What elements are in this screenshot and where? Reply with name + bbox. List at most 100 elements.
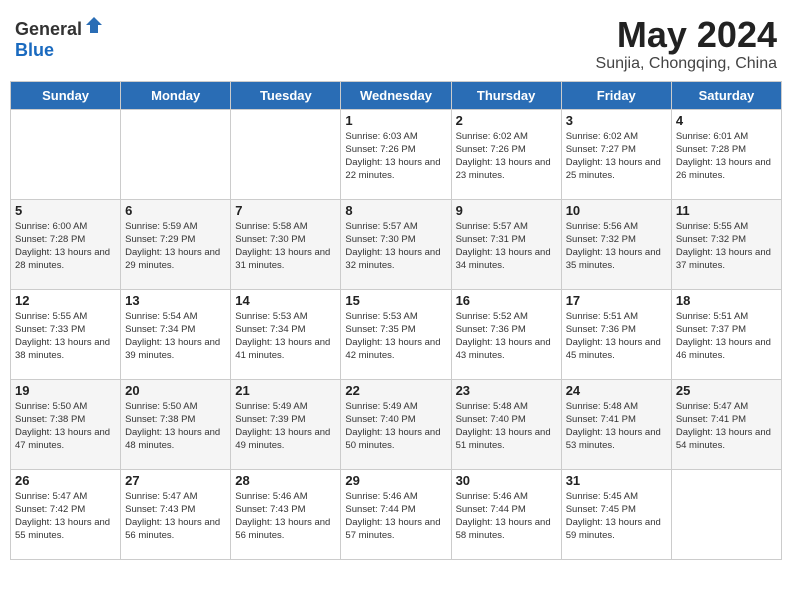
cell-info: Sunrise: 5:50 AMSunset: 7:38 PMDaylight:… bbox=[15, 400, 116, 453]
calendar-cell: 18 Sunrise: 5:51 AMSunset: 7:37 PMDayligh… bbox=[671, 289, 781, 379]
day-number: 31 bbox=[566, 473, 667, 488]
calendar-cell: 11 Sunrise: 5:55 AMSunset: 7:32 PMDayligh… bbox=[671, 199, 781, 289]
calendar-cell: 6Sunrise: 5:59 AMSunset: 7:29 PMDaylight… bbox=[121, 199, 231, 289]
calendar-cell bbox=[121, 109, 231, 199]
cell-info: Sunrise: 5:53 AMSunset: 7:35 PMDaylight:… bbox=[345, 310, 446, 363]
cell-info: Sunrise: 6:01 AMSunset: 7:28 PMDaylight:… bbox=[676, 130, 777, 183]
cell-info: Sunrise: 6:02 AMSunset: 7:27 PMDaylight:… bbox=[566, 130, 667, 183]
day-number: 23 bbox=[456, 383, 557, 398]
month-title: May 2024 bbox=[596, 15, 777, 55]
day-number: 29 bbox=[345, 473, 446, 488]
day-number: 14 bbox=[235, 293, 336, 308]
cell-info: Sunrise: 5:51 AMSunset: 7:37 PMDaylight:… bbox=[676, 310, 777, 363]
calendar-week-row: 1 Sunrise: 6:03 AMSunset: 7:26 PMDaylight… bbox=[11, 109, 782, 199]
calendar-cell: 9 Sunrise: 5:57 AMSunset: 7:31 PMDaylight… bbox=[451, 199, 561, 289]
cell-info: Sunrise: 5:49 AMSunset: 7:40 PMDaylight:… bbox=[345, 400, 446, 453]
calendar-cell: 23 Sunrise: 5:48 AMSunset: 7:40 PMDayligh… bbox=[451, 379, 561, 469]
calendar-cell: 24 Sunrise: 5:48 AMSunset: 7:41 PMDayligh… bbox=[561, 379, 671, 469]
calendar-table: SundayMondayTuesdayWednesdayThursdayFrid… bbox=[10, 81, 782, 560]
day-number: 2 bbox=[456, 113, 557, 128]
cell-info: Sunrise: 5:54 AMSunset: 7:34 PMDaylight:… bbox=[125, 310, 226, 363]
calendar-cell: 13 Sunrise: 5:54 AMSunset: 7:34 PMDayligh… bbox=[121, 289, 231, 379]
calendar-week-row: 19Sunrise: 5:50 AMSunset: 7:38 PMDayligh… bbox=[11, 379, 782, 469]
calendar-cell: 16Sunrise: 5:52 AMSunset: 7:36 PMDayligh… bbox=[451, 289, 561, 379]
cell-info: Sunrise: 5:49 AMSunset: 7:39 PMDaylight:… bbox=[235, 400, 336, 453]
cell-info: Sunrise: 5:55 AMSunset: 7:33 PMDaylight:… bbox=[15, 310, 116, 363]
weekday-header-wednesday: Wednesday bbox=[341, 81, 451, 109]
cell-info: Sunrise: 5:46 AMSunset: 7:44 PMDaylight:… bbox=[345, 490, 446, 543]
cell-info: Sunrise: 5:50 AMSunset: 7:38 PMDaylight:… bbox=[125, 400, 226, 453]
calendar-cell: 5 Sunrise: 6:00 AMSunset: 7:28 PMDaylight… bbox=[11, 199, 121, 289]
title-area: May 2024 Sunjia, Chongqing, China bbox=[596, 15, 777, 73]
cell-info: Sunrise: 5:59 AMSunset: 7:29 PMDaylight:… bbox=[125, 220, 226, 273]
cell-info: Sunrise: 5:46 AMSunset: 7:43 PMDaylight:… bbox=[235, 490, 336, 543]
day-number: 16 bbox=[456, 293, 557, 308]
cell-info: Sunrise: 5:57 AMSunset: 7:31 PMDaylight:… bbox=[456, 220, 557, 273]
day-number: 5 bbox=[15, 203, 116, 218]
day-number: 9 bbox=[456, 203, 557, 218]
day-number: 25 bbox=[676, 383, 777, 398]
cell-info: Sunrise: 6:02 AMSunset: 7:26 PMDaylight:… bbox=[456, 130, 557, 183]
cell-info: Sunrise: 5:47 AMSunset: 7:43 PMDaylight:… bbox=[125, 490, 226, 543]
calendar-cell: 15 Sunrise: 5:53 AMSunset: 7:35 PMDayligh… bbox=[341, 289, 451, 379]
cell-info: Sunrise: 6:03 AMSunset: 7:26 PMDaylight:… bbox=[345, 130, 446, 183]
day-number: 30 bbox=[456, 473, 557, 488]
day-number: 22 bbox=[345, 383, 446, 398]
calendar-cell: 31 Sunrise: 5:45 AMSunset: 7:45 PMDayligh… bbox=[561, 469, 671, 559]
logo-general: General bbox=[15, 19, 82, 39]
calendar-cell: 12 Sunrise: 5:55 AMSunset: 7:33 PMDayligh… bbox=[11, 289, 121, 379]
calendar-cell: 28 Sunrise: 5:46 AMSunset: 7:43 PMDayligh… bbox=[231, 469, 341, 559]
calendar-cell: 3 Sunrise: 6:02 AMSunset: 7:27 PMDaylight… bbox=[561, 109, 671, 199]
calendar-cell: 17Sunrise: 5:51 AMSunset: 7:36 PMDayligh… bbox=[561, 289, 671, 379]
cell-info: Sunrise: 6:00 AMSunset: 7:28 PMDaylight:… bbox=[15, 220, 116, 273]
calendar-cell: 8 Sunrise: 5:57 AMSunset: 7:30 PMDaylight… bbox=[341, 199, 451, 289]
day-number: 28 bbox=[235, 473, 336, 488]
day-number: 7 bbox=[235, 203, 336, 218]
calendar-cell: 1 Sunrise: 6:03 AMSunset: 7:26 PMDaylight… bbox=[341, 109, 451, 199]
day-number: 20 bbox=[125, 383, 226, 398]
weekday-header-row: SundayMondayTuesdayWednesdayThursdayFrid… bbox=[11, 81, 782, 109]
day-number: 18 bbox=[676, 293, 777, 308]
cell-info: Sunrise: 5:58 AMSunset: 7:30 PMDaylight:… bbox=[235, 220, 336, 273]
page-header: General Blue May 2024 Sunjia, Chongqing,… bbox=[10, 10, 782, 73]
calendar-cell: 26 Sunrise: 5:47 AMSunset: 7:42 PMDayligh… bbox=[11, 469, 121, 559]
cell-info: Sunrise: 5:56 AMSunset: 7:32 PMDaylight:… bbox=[566, 220, 667, 273]
calendar-cell: 2 Sunrise: 6:02 AMSunset: 7:26 PMDaylight… bbox=[451, 109, 561, 199]
cell-info: Sunrise: 5:45 AMSunset: 7:45 PMDaylight:… bbox=[566, 490, 667, 543]
calendar-cell: 25 Sunrise: 5:47 AMSunset: 7:41 PMDayligh… bbox=[671, 379, 781, 469]
weekday-header-monday: Monday bbox=[121, 81, 231, 109]
calendar-cell: 29 Sunrise: 5:46 AMSunset: 7:44 PMDayligh… bbox=[341, 469, 451, 559]
weekday-header-sunday: Sunday bbox=[11, 81, 121, 109]
calendar-cell: 30Sunrise: 5:46 AMSunset: 7:44 PMDayligh… bbox=[451, 469, 561, 559]
calendar-cell: 21Sunrise: 5:49 AMSunset: 7:39 PMDayligh… bbox=[231, 379, 341, 469]
day-number: 24 bbox=[566, 383, 667, 398]
calendar-cell: 20 Sunrise: 5:50 AMSunset: 7:38 PMDayligh… bbox=[121, 379, 231, 469]
day-number: 11 bbox=[676, 203, 777, 218]
day-number: 26 bbox=[15, 473, 116, 488]
day-number: 3 bbox=[566, 113, 667, 128]
cell-info: Sunrise: 5:47 AMSunset: 7:42 PMDaylight:… bbox=[15, 490, 116, 543]
weekday-header-friday: Friday bbox=[561, 81, 671, 109]
day-number: 13 bbox=[125, 293, 226, 308]
day-number: 17 bbox=[566, 293, 667, 308]
cell-info: Sunrise: 5:53 AMSunset: 7:34 PMDaylight:… bbox=[235, 310, 336, 363]
cell-info: Sunrise: 5:48 AMSunset: 7:40 PMDaylight:… bbox=[456, 400, 557, 453]
calendar-cell: 22 Sunrise: 5:49 AMSunset: 7:40 PMDayligh… bbox=[341, 379, 451, 469]
cell-info: Sunrise: 5:55 AMSunset: 7:32 PMDaylight:… bbox=[676, 220, 777, 273]
day-number: 1 bbox=[345, 113, 446, 128]
cell-info: Sunrise: 5:48 AMSunset: 7:41 PMDaylight:… bbox=[566, 400, 667, 453]
calendar-cell: 4Sunrise: 6:01 AMSunset: 7:28 PMDaylight… bbox=[671, 109, 781, 199]
logo-icon bbox=[84, 15, 104, 35]
day-number: 10 bbox=[566, 203, 667, 218]
calendar-week-row: 12 Sunrise: 5:55 AMSunset: 7:33 PMDayligh… bbox=[11, 289, 782, 379]
day-number: 12 bbox=[15, 293, 116, 308]
logo-blue: Blue bbox=[15, 40, 54, 60]
logo: General Blue bbox=[15, 15, 104, 61]
cell-info: Sunrise: 5:57 AMSunset: 7:30 PMDaylight:… bbox=[345, 220, 446, 273]
calendar-cell: 27Sunrise: 5:47 AMSunset: 7:43 PMDayligh… bbox=[121, 469, 231, 559]
cell-info: Sunrise: 5:47 AMSunset: 7:41 PMDaylight:… bbox=[676, 400, 777, 453]
weekday-header-tuesday: Tuesday bbox=[231, 81, 341, 109]
day-number: 15 bbox=[345, 293, 446, 308]
calendar-cell bbox=[671, 469, 781, 559]
day-number: 8 bbox=[345, 203, 446, 218]
